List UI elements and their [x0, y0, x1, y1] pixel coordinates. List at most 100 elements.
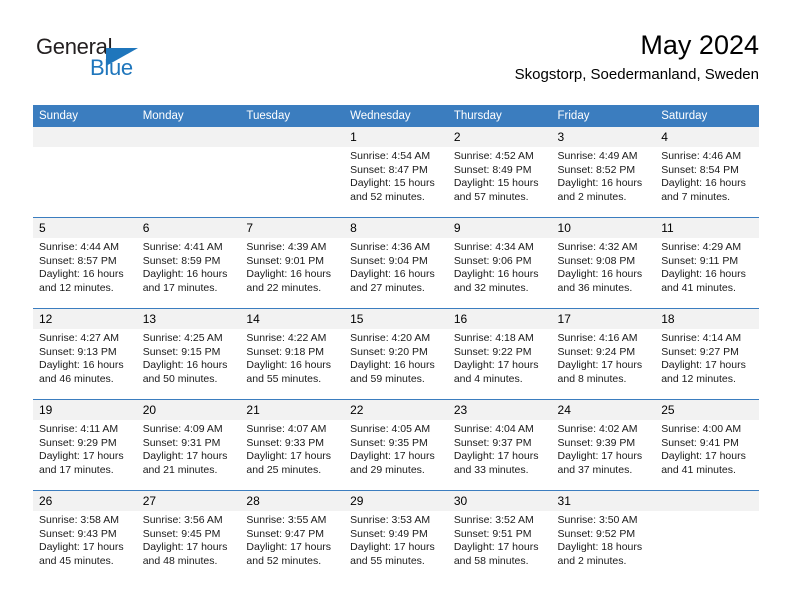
sunset-text: Sunset: 9:01 PM [246, 254, 325, 267]
calendar-day-cell[interactable]: 9 Sunrise: 4:34 AM Sunset: 9:06 PM Daylight… [447, 217, 552, 309]
calendar-cell-inner [136, 127, 241, 217]
calendar-cell-inner: 24 Sunrise: 4:02 AM Sunset: 9:39 PM Dayligh… [551, 400, 656, 490]
daylight-text: Daylight: 17 hours and 45 minutes. [39, 541, 124, 567]
sunset-text: Sunset: 9:37 PM [453, 436, 532, 449]
calendar-week-row: 5 Sunrise: 4:44 AM Sunset: 8:57 PM Daylight… [33, 217, 759, 309]
calendar-day-cell[interactable]: 16 Sunrise: 4:18 AM Sunset: 9:22 PM Dayligh… [447, 308, 552, 400]
title-block: May 2024 Skogstorp, Soedermanland, Swede… [515, 28, 759, 86]
calendar-cell-inner: 10 Sunrise: 4:32 AM Sunset: 9:08 PM Dayligh… [551, 218, 656, 308]
calendar-day-cell[interactable]: 6 Sunrise: 4:41 AM Sunset: 8:59 PM Daylight… [136, 217, 241, 309]
daylight-text: Daylight: 16 hours and 22 minutes. [246, 268, 332, 294]
calendar-day-cell[interactable]: 2 Sunrise: 4:52 AM Sunset: 8:49 PM Daylight… [447, 127, 552, 218]
calendar-day-cell[interactable]: 17 Sunrise: 4:16 AM Sunset: 9:24 PM Dayligh… [551, 308, 656, 400]
calendar-day-cell[interactable]: 27 Sunrise: 3:56 AM Sunset: 9:45 PM Dayligh… [136, 490, 241, 581]
sunrise-text: Sunrise: 4:52 AM [453, 150, 534, 162]
calendar-day-cell[interactable]: 3 Sunrise: 4:49 AM Sunset: 8:52 PM Daylight… [551, 127, 656, 218]
calendar-day-cell[interactable]: 30 Sunrise: 3:52 AM Sunset: 9:51 PM Dayligh… [447, 490, 552, 581]
calendar-cell-inner: 13 Sunrise: 4:25 AM Sunset: 9:15 PM Dayligh… [136, 309, 241, 399]
day-details: Sunrise: 3:52 AM Sunset: 9:51 PM Daylight:… [448, 511, 552, 568]
sunset-text: Sunset: 9:31 PM [142, 436, 221, 449]
calendar-day-cell[interactable]: 25 Sunrise: 4:00 AM Sunset: 9:41 PM Dayligh… [655, 399, 759, 491]
daylight-text: Daylight: 16 hours and 50 minutes. [142, 359, 228, 385]
calendar-day-cell[interactable]: 5 Sunrise: 4:44 AM Sunset: 8:57 PM Daylight… [33, 217, 137, 309]
daylight-text: Daylight: 17 hours and 48 minutes. [142, 541, 228, 567]
calendar-day-cell[interactable]: 11 Sunrise: 4:29 AM Sunset: 9:11 PM Dayligh… [655, 217, 759, 309]
day-number: 16 [447, 309, 552, 329]
calendar-day-cell[interactable]: 12 Sunrise: 4:27 AM Sunset: 9:13 PM Dayligh… [33, 308, 137, 400]
calendar-day-cell[interactable]: 14 Sunrise: 4:22 AM Sunset: 9:18 PM Dayligh… [240, 308, 345, 400]
daylight-text: Daylight: 16 hours and 27 minutes. [350, 268, 435, 294]
calendar-day-cell[interactable]: 21 Sunrise: 4:07 AM Sunset: 9:33 PM Dayligh… [240, 399, 345, 491]
calendar-day-cell[interactable]: 23 Sunrise: 4:04 AM Sunset: 9:37 PM Dayligh… [447, 399, 552, 491]
day-number: 13 [136, 309, 241, 329]
calendar-day-cell[interactable]: 31 Sunrise: 3:50 AM Sunset: 9:52 PM Dayligh… [551, 490, 656, 581]
day-details: Sunrise: 3:50 AM Sunset: 9:52 PM Daylight:… [552, 511, 656, 568]
day-details: Sunrise: 4:34 AM Sunset: 9:06 PM Daylight:… [448, 238, 552, 295]
daylight-text: Daylight: 16 hours and 17 minutes. [142, 268, 228, 294]
sunset-text: Sunset: 9:43 PM [39, 527, 117, 540]
calendar-day-cell[interactable]: 15 Sunrise: 4:20 AM Sunset: 9:20 PM Dayligh… [344, 308, 448, 400]
calendar-cell-empty [33, 127, 137, 218]
day-number: 17 [551, 309, 656, 329]
calendar-cell-inner [33, 127, 137, 217]
day-details: Sunrise: 4:27 AM Sunset: 9:13 PM Daylight:… [33, 329, 137, 386]
calendar-cell-empty [136, 127, 241, 218]
daylight-text: Daylight: 16 hours and 32 minutes. [453, 268, 539, 294]
calendar-week-row: 19 Sunrise: 4:11 AM Sunset: 9:29 PM Dayligh… [33, 399, 759, 491]
day-number: 15 [344, 309, 448, 329]
sunrise-text: Sunrise: 4:32 AM [557, 241, 638, 253]
day-number: 4 [655, 127, 759, 147]
calendar-day-cell[interactable]: 28 Sunrise: 3:55 AM Sunset: 9:47 PM Dayligh… [240, 490, 345, 581]
day-number: 26 [33, 491, 137, 511]
daylight-text: Daylight: 17 hours and 21 minutes. [142, 450, 228, 476]
sunset-text: Sunset: 9:45 PM [142, 527, 221, 540]
weekday-header-row: Sunday Monday Tuesday Wednesday Thursday… [33, 105, 759, 127]
calendar-day-cell[interactable]: 4 Sunrise: 4:46 AM Sunset: 8:54 PM Daylight… [655, 127, 759, 218]
general-blue-logo[interactable]: General Blue [33, 34, 253, 90]
day-number: 21 [240, 400, 345, 420]
daylight-text: Daylight: 16 hours and 7 minutes. [661, 177, 746, 203]
sunrise-text: Sunrise: 4:20 AM [350, 332, 431, 344]
calendar-day-cell[interactable]: 20 Sunrise: 4:09 AM Sunset: 9:31 PM Dayligh… [136, 399, 241, 491]
sunrise-text: Sunrise: 4:44 AM [39, 241, 119, 253]
sunrise-text: Sunrise: 4:18 AM [453, 332, 534, 344]
calendar-day-cell[interactable]: 22 Sunrise: 4:05 AM Sunset: 9:35 PM Dayligh… [344, 399, 448, 491]
weekday-header-friday: Friday [551, 105, 656, 127]
day-number: 23 [447, 400, 552, 420]
day-details: Sunrise: 4:39 AM Sunset: 9:01 PM Daylight:… [240, 238, 344, 295]
calendar-day-cell[interactable]: 24 Sunrise: 4:02 AM Sunset: 9:39 PM Dayligh… [551, 399, 656, 491]
sunrise-text: Sunrise: 3:52 AM [453, 514, 534, 526]
day-details: Sunrise: 4:18 AM Sunset: 9:22 PM Daylight:… [448, 329, 552, 386]
sunrise-text: Sunrise: 4:25 AM [142, 332, 223, 344]
calendar-day-cell[interactable]: 18 Sunrise: 4:14 AM Sunset: 9:27 PM Dayligh… [655, 308, 759, 400]
day-number: 1 [344, 127, 448, 147]
calendar-day-cell[interactable]: 8 Sunrise: 4:36 AM Sunset: 9:04 PM Daylight… [344, 217, 448, 309]
sunrise-text: Sunrise: 4:22 AM [246, 332, 327, 344]
calendar-cell-inner: 25 Sunrise: 4:00 AM Sunset: 9:41 PM Dayligh… [655, 400, 759, 490]
day-number: 7 [240, 218, 345, 238]
calendar-day-cell[interactable]: 10 Sunrise: 4:32 AM Sunset: 9:08 PM Dayligh… [551, 217, 656, 309]
day-number: 8 [344, 218, 448, 238]
calendar-cell-inner: 21 Sunrise: 4:07 AM Sunset: 9:33 PM Dayligh… [240, 400, 345, 490]
sunset-text: Sunset: 9:52 PM [557, 527, 636, 540]
calendar-day-cell[interactable]: 1 Sunrise: 4:54 AM Sunset: 8:47 PM Daylight… [344, 127, 448, 218]
calendar-day-cell[interactable]: 19 Sunrise: 4:11 AM Sunset: 9:29 PM Dayligh… [33, 399, 137, 491]
calendar-day-cell[interactable]: 29 Sunrise: 3:53 AM Sunset: 9:49 PM Dayligh… [344, 490, 448, 581]
page-subtitle: Skogstorp, Soedermanland, Sweden [514, 66, 759, 83]
day-number: 2 [447, 127, 552, 147]
day-number: 25 [655, 400, 759, 420]
weekday-header-sunday: Sunday [33, 105, 137, 127]
daylight-text: Daylight: 17 hours and 4 minutes. [453, 359, 539, 385]
calendar-day-cell[interactable]: 13 Sunrise: 4:25 AM Sunset: 9:15 PM Dayligh… [136, 308, 241, 400]
calendar-week-row: 26 Sunrise: 3:58 AM Sunset: 9:43 PM Dayligh… [33, 490, 759, 581]
day-number: 28 [240, 491, 345, 511]
calendar-cell-inner: 30 Sunrise: 3:52 AM Sunset: 9:51 PM Dayligh… [447, 491, 552, 581]
sunset-text: Sunset: 8:47 PM [350, 163, 428, 176]
daylight-text: Daylight: 16 hours and 41 minutes. [661, 268, 746, 294]
sunrise-text: Sunrise: 4:02 AM [557, 423, 638, 435]
calendar-day-cell[interactable]: 26 Sunrise: 3:58 AM Sunset: 9:43 PM Dayligh… [33, 490, 137, 581]
calendar-cell-inner: 18 Sunrise: 4:14 AM Sunset: 9:27 PM Dayligh… [655, 309, 759, 399]
calendar-day-cell[interactable]: 7 Sunrise: 4:39 AM Sunset: 9:01 PM Daylight… [240, 217, 345, 309]
sunrise-text: Sunrise: 4:14 AM [661, 332, 742, 344]
sunrise-text: Sunrise: 4:36 AM [350, 241, 431, 253]
